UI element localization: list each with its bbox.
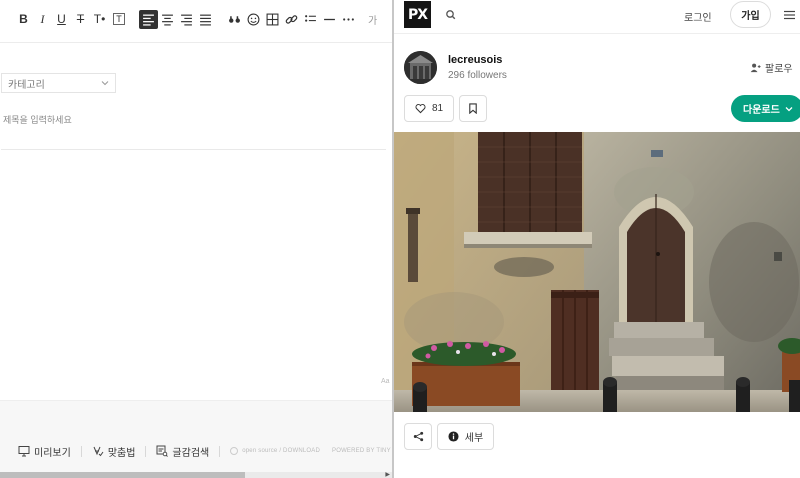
align-justify-icon[interactable] <box>196 10 215 29</box>
main-photo[interactable] <box>394 132 800 412</box>
preview-label: 미리보기 <box>34 447 71 459</box>
toolbar-divider <box>0 42 393 43</box>
align-right-icon[interactable] <box>177 10 196 29</box>
site-navbar: PX 로그인 가입 <box>394 0 800 34</box>
background-color-button[interactable]: T <box>113 13 125 25</box>
editor-toolbar: B I U T T• T 가 <box>0 0 393 38</box>
image-search-label: 글감검색 <box>172 447 210 459</box>
editor-content-area[interactable] <box>0 152 393 400</box>
side-marker: Aa <box>381 378 390 385</box>
category-select[interactable]: 카테고리 <box>1 73 116 93</box>
heart-icon <box>415 104 426 114</box>
quote-icon[interactable] <box>225 10 244 29</box>
more-options-icon[interactable] <box>339 10 358 29</box>
details-button[interactable]: 세부 <box>437 423 494 450</box>
author-name[interactable]: lecreusois <box>448 54 502 66</box>
details-label: 세부 <box>464 433 484 444</box>
horizontal-rule-icon[interactable] <box>320 10 339 29</box>
monitor-icon <box>18 446 30 457</box>
strikethrough-button[interactable]: T <box>71 10 90 29</box>
author-avatar[interactable] <box>404 51 437 84</box>
spellcheck-icon <box>93 446 104 457</box>
spellcheck-label: 맞춤법 <box>107 447 136 459</box>
emoji-icon[interactable] <box>244 10 263 29</box>
editor-footer: 미리보기 맞춤법 글감검색 open source / DOWNLOAD POW… <box>0 400 393 472</box>
photo-site: PX 로그인 가입 lecreusois 296 followers 팔로우 8… <box>394 0 800 478</box>
bullet-list-icon[interactable] <box>301 10 320 29</box>
text-color-button[interactable]: T• <box>90 10 109 29</box>
post-title-input[interactable] <box>1 110 386 150</box>
table-icon[interactable] <box>263 10 282 29</box>
image-search-icon <box>156 445 169 457</box>
powered-by-credit: POWERED BY TINY <box>332 448 391 454</box>
link-icon[interactable] <box>282 10 301 29</box>
image-search-button[interactable]: 글감검색 <box>156 444 209 459</box>
site-logo[interactable]: PX <box>404 1 431 28</box>
chevron-down-icon <box>101 81 109 86</box>
add-user-icon <box>750 63 761 73</box>
share-button[interactable] <box>404 423 432 450</box>
info-icon <box>448 431 459 442</box>
join-button[interactable]: 가입 <box>730 1 771 28</box>
bookmark-icon <box>469 103 477 114</box>
blog-editor: B I U T T• T 가 카테고리 제목을 입력하세요 Aa 미리보기 맞춤… <box>0 0 393 478</box>
align-left-icon[interactable] <box>139 9 158 29</box>
italic-button[interactable]: I <box>33 10 52 29</box>
spellcheck-button[interactable]: 맞춤법 <box>92 444 136 459</box>
hamburger-menu-icon[interactable] <box>784 10 795 20</box>
toolbar-overflow-label[interactable]: 가 <box>368 12 377 27</box>
author-followers: 296 followers <box>448 70 507 81</box>
download-button[interactable]: 다운로드 <box>731 95 800 122</box>
scroll-right-icon[interactable]: ▶ <box>385 472 390 478</box>
scrollbar-thumb[interactable] <box>0 472 245 478</box>
like-button[interactable]: 81 <box>404 95 454 122</box>
chevron-down-icon <box>785 106 793 111</box>
bookmark-button[interactable] <box>459 95 487 122</box>
search-icon[interactable] <box>444 8 458 22</box>
share-icon <box>413 431 423 442</box>
horizontal-scrollbar[interactable]: ▶ <box>0 472 393 478</box>
download-label: 다운로드 <box>743 105 780 116</box>
login-link[interactable]: 로그인 <box>684 9 712 24</box>
follow-label: 팔로우 <box>765 64 793 75</box>
underline-button[interactable]: U <box>52 10 71 29</box>
open-source-icon <box>230 447 239 455</box>
category-placeholder: 카테고리 <box>8 79 45 91</box>
follow-button[interactable]: 팔로우 <box>750 60 793 75</box>
open-source-credit: open source / DOWNLOAD <box>230 447 320 455</box>
like-count: 81 <box>431 103 444 114</box>
align-center-icon[interactable] <box>158 10 177 29</box>
bold-button[interactable]: B <box>14 10 33 29</box>
preview-button[interactable]: 미리보기 <box>18 444 71 459</box>
